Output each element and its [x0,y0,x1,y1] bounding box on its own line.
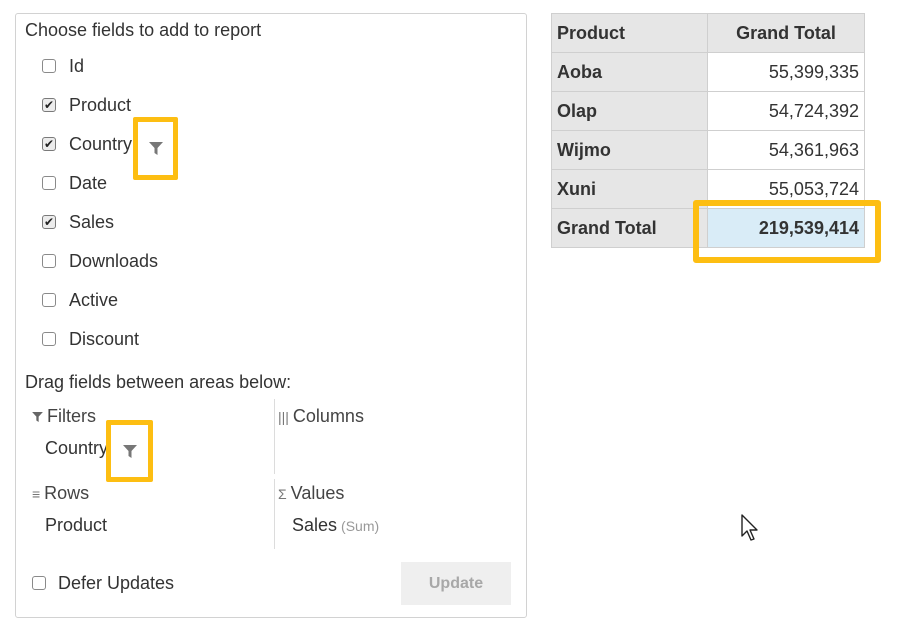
grid-cell[interactable]: 54,361,963 [707,130,865,170]
grid-cell[interactable]: 55,053,724 [707,169,865,209]
field-label: Country [69,133,133,154]
pivot-panel: Choose fields to add to report Id ✔ Prod… [15,13,527,618]
row-header[interactable]: Aoba [551,52,708,92]
field-item-downloads[interactable]: Downloads [42,249,158,273]
field-checkbox-date[interactable] [42,176,56,190]
filters-area-title: Filters [32,406,96,427]
funnel-icon [32,411,43,422]
sigma-icon: Σ [278,485,287,502]
funnel-icon [122,444,137,458]
field-item-date[interactable]: Date [42,171,107,195]
grand-total-column-header[interactable]: Grand Total [707,13,865,53]
field-chooser-title: Choose fields to add to report [25,20,262,40]
grand-total-row: Grand Total 219,539,414 [551,208,865,248]
filters-label: Filters [47,406,96,426]
field-checkbox-country[interactable]: ✔ [42,137,56,151]
field-label: Active [69,289,119,310]
columns-label: Columns [292,406,364,426]
table-row: Xuni 55,053,724 [551,169,865,209]
values-item-field: Sales [292,515,338,535]
defer-updates-label: Defer Updates [58,572,175,593]
grid-clip [866,13,902,253]
table-row: Aoba 55,399,335 [551,52,865,92]
grand-total-cell[interactable]: 219,539,414 [707,208,865,248]
field-label: Date [69,172,108,193]
funnel-icon [148,142,163,155]
area-divider [274,399,275,474]
area-divider [274,479,275,549]
grid-header-row: Product Grand Total [551,13,865,53]
row-header[interactable]: Xuni [551,169,708,209]
defer-updates-checkbox[interactable] [32,576,46,590]
mouse-pointer-icon [741,514,758,541]
field-label: Id [69,55,85,76]
table-row: Wijmo 54,361,963 [551,130,865,170]
field-label: Sales [69,211,115,232]
rows-label: Rows [44,483,90,503]
row-header[interactable]: Wijmo [551,130,708,170]
values-item-aggregate: (Sum) [341,518,380,534]
areas-title: Drag fields between areas below: [25,372,292,392]
field-checkbox-downloads[interactable] [42,254,56,268]
table-row: Olap 54,724,392 [551,91,865,131]
field-item-sales[interactable]: ✔ Sales [42,210,114,234]
grid-cell[interactable]: 55,399,335 [707,52,865,92]
field-checkbox-product[interactable]: ✔ [42,98,56,112]
rows-icon: ≡ [32,485,41,502]
rows-area-item-product[interactable]: Product [45,515,107,536]
field-label: Product [69,94,132,115]
update-button[interactable]: Update [401,562,511,605]
filter-area-country-filter-button[interactable] [106,420,153,482]
field-item-product[interactable]: ✔ Product [42,93,131,117]
grid-cell[interactable]: 54,724,392 [707,91,865,131]
field-checkbox-discount[interactable] [42,332,56,346]
country-field-filter-button[interactable] [133,117,178,180]
field-checkbox-sales[interactable]: ✔ [42,215,56,229]
field-item-country[interactable]: ✔ Country [42,132,132,156]
columns-icon: ||| [278,408,289,425]
values-area-title: Σ Values [278,483,344,504]
values-area-item-sales[interactable]: Sales (Sum) [292,515,379,536]
field-checkbox-id[interactable] [42,59,56,73]
field-label: Discount [69,328,140,349]
field-item-id[interactable]: Id [42,54,84,78]
filter-area-item-country[interactable]: Country [45,438,108,459]
field-item-active[interactable]: Active [42,288,118,312]
defer-updates-option[interactable]: Defer Updates [32,571,174,595]
field-checkbox-active[interactable] [42,293,56,307]
values-label: Values [290,483,345,503]
rows-area-title: ≡ Rows [32,483,89,504]
pivot-grid: Product Grand Total Aoba 55,399,335 Olap… [551,13,865,248]
field-label: Downloads [69,250,159,271]
row-field-header[interactable]: Product [551,13,708,53]
row-header[interactable]: Olap [551,91,708,131]
field-item-discount[interactable]: Discount [42,327,139,351]
grand-total-row-header[interactable]: Grand Total [551,208,708,248]
columns-area-title: ||| Columns [278,406,364,427]
